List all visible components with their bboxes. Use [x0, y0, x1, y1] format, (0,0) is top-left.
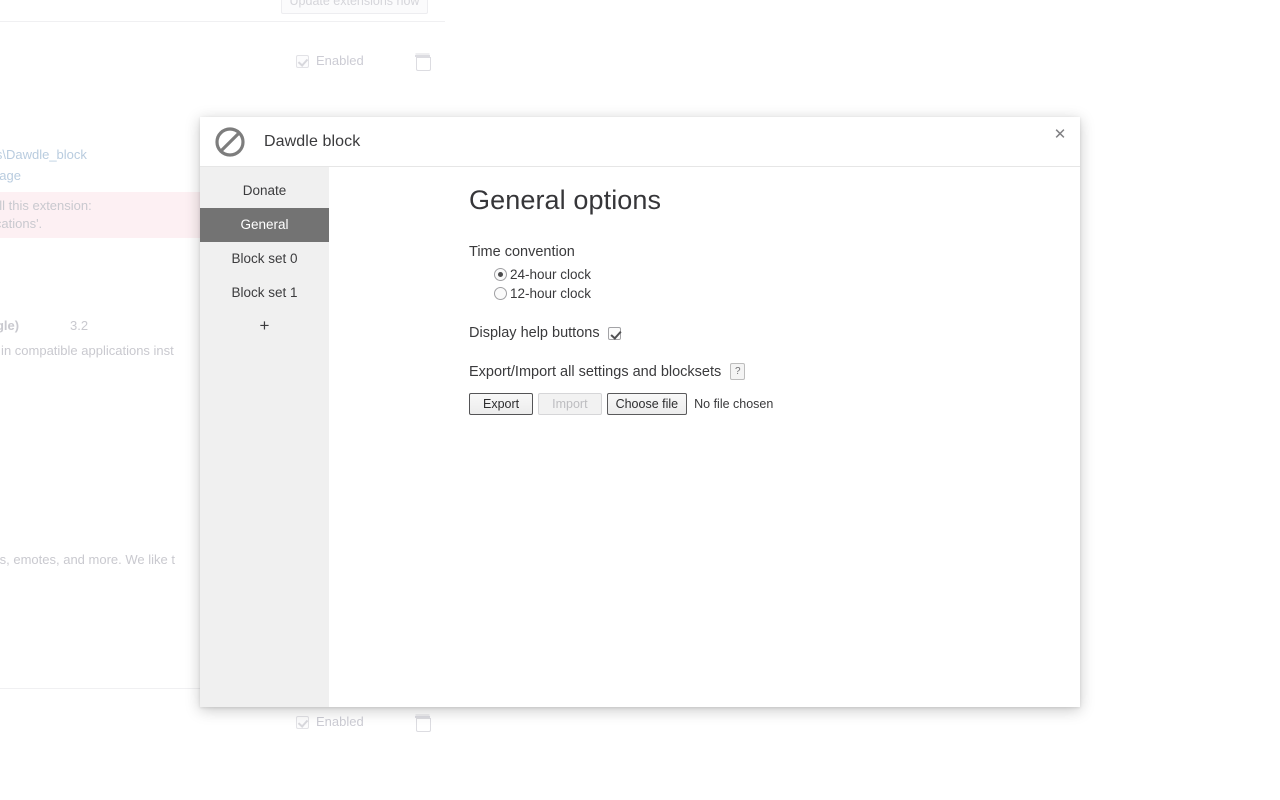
prohibition-sign-icon	[215, 126, 245, 157]
export-import-label: Export/Import all settings and blocksets	[469, 363, 722, 380]
import-button: Import	[538, 393, 602, 415]
display-help-buttons-checkbox[interactable]	[607, 326, 621, 340]
add-block-set-button[interactable]: +	[200, 310, 329, 344]
background-vendor-text: Google)	[0, 318, 20, 333]
sidebar: Donate General Block set 0 Block set 1 +	[200, 167, 329, 707]
background-extension-row-2: Enabled	[296, 713, 446, 733]
background-extension-row: Enabled	[296, 52, 446, 72]
sidebar-item-block-set-1[interactable]: Block set 1	[200, 276, 329, 310]
background-path-text: sions\Dawdle_block	[0, 147, 87, 162]
sidebar-item-label: Block set 0	[231, 251, 298, 266]
enabled-label: Enabled	[316, 53, 364, 68]
close-icon[interactable]: ✕	[1049, 124, 1071, 146]
file-status-label: No file chosen	[694, 397, 774, 411]
background-description-text-2: atures, emotes, and more. We like t	[0, 552, 175, 567]
enabled-checkbox	[296, 716, 309, 729]
radio-label: 12-hour clock	[510, 286, 592, 301]
enabled-label: Enabled	[316, 714, 364, 729]
background-warning-line-1: all this extension:	[0, 198, 92, 213]
radio-mark-icon	[494, 268, 507, 281]
sidebar-item-label: General	[240, 217, 289, 232]
radio-12-hour-clock[interactable]: 12-hour clock	[494, 284, 1080, 303]
background-warning-line-2: ications'.	[0, 216, 43, 231]
update-extensions-now-button: Update extensions now	[281, 0, 428, 14]
radio-label: 24-hour clock	[510, 267, 592, 282]
sidebar-item-donate[interactable]: Donate	[200, 174, 329, 208]
trash-icon	[415, 54, 431, 71]
dialog-titlebar: Dawdle block ✕	[200, 117, 1080, 167]
export-import-row: Export/Import all settings and blocksets…	[469, 363, 1080, 380]
trash-icon	[415, 715, 431, 732]
help-icon[interactable]: ?	[730, 363, 746, 380]
page-title: General options	[469, 185, 662, 215]
sidebar-item-label: Block set 1	[231, 285, 298, 300]
radio-24-hour-clock[interactable]: 24-hour clock	[494, 265, 1080, 284]
background-page-link: page	[0, 168, 21, 183]
dialog-body: Donate General Block set 0 Block set 1 +…	[200, 167, 1080, 707]
enabled-checkbox	[296, 55, 309, 68]
sidebar-item-label: Donate	[242, 183, 287, 198]
background-version-text: 3.2	[70, 318, 89, 333]
export-button[interactable]: Export	[469, 393, 534, 415]
export-import-buttons-row: Export Import Choose file No file chosen	[469, 393, 1080, 415]
display-help-buttons-label: Display help buttons	[469, 325, 600, 341]
time-convention-label: Time convention	[469, 244, 575, 260]
background-divider	[0, 21, 445, 22]
background-warning-box	[0, 192, 220, 238]
content-panel: General options Time convention 24-hour …	[329, 167, 1080, 707]
background-description-text: wser in compatible applications inst	[0, 343, 174, 358]
radio-mark-icon	[494, 287, 507, 300]
dialog-title: Dawdle block	[264, 132, 361, 150]
sidebar-item-block-set-0[interactable]: Block set 0	[200, 242, 329, 276]
options-dialog: Dawdle block ✕ Donate General Block set …	[200, 117, 1080, 707]
display-help-buttons-row: Display help buttons	[469, 325, 1080, 341]
choose-file-button[interactable]: Choose file	[606, 393, 688, 415]
sidebar-item-general[interactable]: General	[200, 208, 329, 242]
